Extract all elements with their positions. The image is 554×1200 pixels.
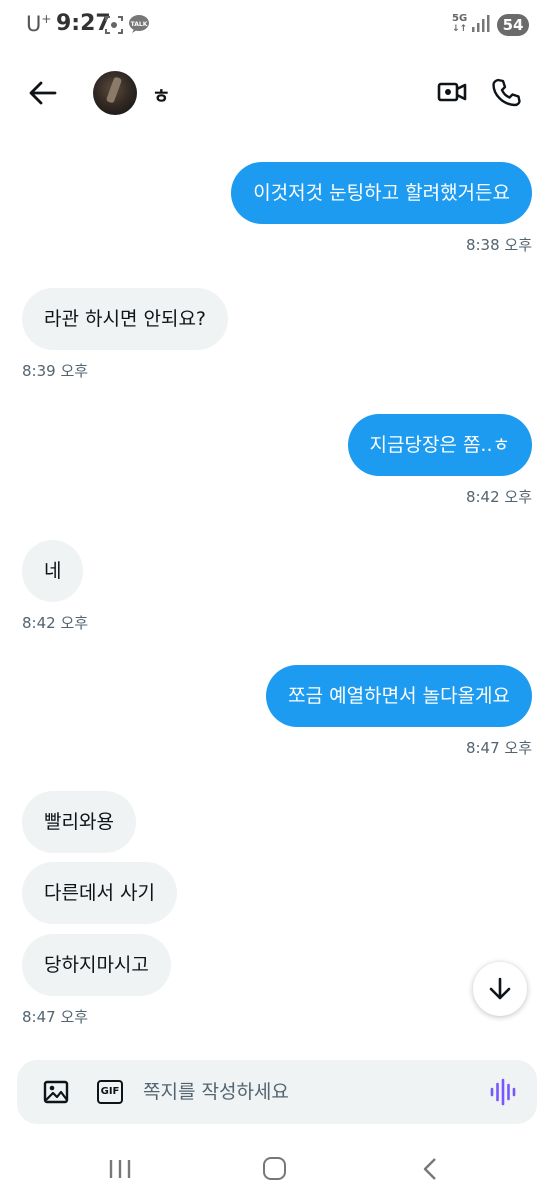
contact-name[interactable]: ㅎ <box>152 80 170 109</box>
message-timestamp: 8:42 오후 <box>22 614 89 632</box>
system-back-button[interactable] <box>420 1157 440 1181</box>
video-call-button[interactable] <box>436 77 468 107</box>
incoming-message[interactable]: 라관 하시면 안되요? <box>22 288 229 350</box>
network-type: 5G ↓↑ <box>452 13 468 35</box>
carrier-label: U+ <box>26 12 52 36</box>
message-composer: GIF <box>17 1060 537 1124</box>
battery-indicator: 54 <box>497 14 529 36</box>
conversation-header: ㅎ <box>0 60 554 126</box>
avatar[interactable] <box>93 71 137 115</box>
phone-icon <box>492 78 521 107</box>
message-timestamp: 8:42 오후 <box>465 488 532 506</box>
outgoing-message[interactable]: 쪼금 예열하면서 놀다올게요 <box>266 665 532 727</box>
status-time: 9:27 <box>56 11 111 36</box>
system-navigation-bar <box>0 1140 554 1200</box>
recent-apps-button[interactable] <box>108 1158 132 1180</box>
gif-button[interactable]: GIF <box>97 1080 123 1104</box>
home-button[interactable] <box>263 1157 286 1180</box>
back-button[interactable] <box>26 78 60 108</box>
signal-icon <box>470 14 490 38</box>
status-bar: U+ 9:27 TALK 5G ↓↑ 54 <box>0 0 554 52</box>
system-back-icon <box>423 1158 436 1180</box>
video-call-icon <box>437 82 467 102</box>
image-icon <box>43 1080 69 1104</box>
scroll-to-bottom-button[interactable] <box>473 962 527 1016</box>
message-input[interactable] <box>143 1074 473 1110</box>
incoming-message[interactable]: 빨리와용 <box>22 791 136 853</box>
svg-text:TALK: TALK <box>131 21 148 28</box>
screenshot-icon <box>104 15 124 39</box>
incoming-message[interactable]: 당하지마시고 <box>22 934 171 996</box>
outgoing-message[interactable]: 이것저것 눈팅하고 할려했거든요 <box>231 162 532 224</box>
voice-message-button[interactable] <box>489 1078 517 1106</box>
add-image-button[interactable] <box>43 1080 69 1104</box>
back-arrow-icon <box>29 81 57 105</box>
incoming-message[interactable]: 네 <box>22 540 84 602</box>
incoming-message[interactable]: 다른데서 사기 <box>22 862 177 924</box>
recent-apps-icon <box>109 1160 131 1178</box>
voice-waveform-icon <box>490 1078 516 1106</box>
message-timestamp: 8:47 오후 <box>465 739 532 757</box>
message-timestamp: 8:38 오후 <box>465 236 532 254</box>
arrow-down-icon <box>489 977 511 1000</box>
message-timestamp: 8:47 오후 <box>22 1008 89 1026</box>
phone-call-button[interactable] <box>490 76 522 108</box>
kakaotalk-icon: TALK <box>128 14 150 38</box>
message-timestamp: 8:39 오후 <box>22 362 89 380</box>
outgoing-message[interactable]: 지금당장은 쫌..ㅎ <box>347 414 532 476</box>
